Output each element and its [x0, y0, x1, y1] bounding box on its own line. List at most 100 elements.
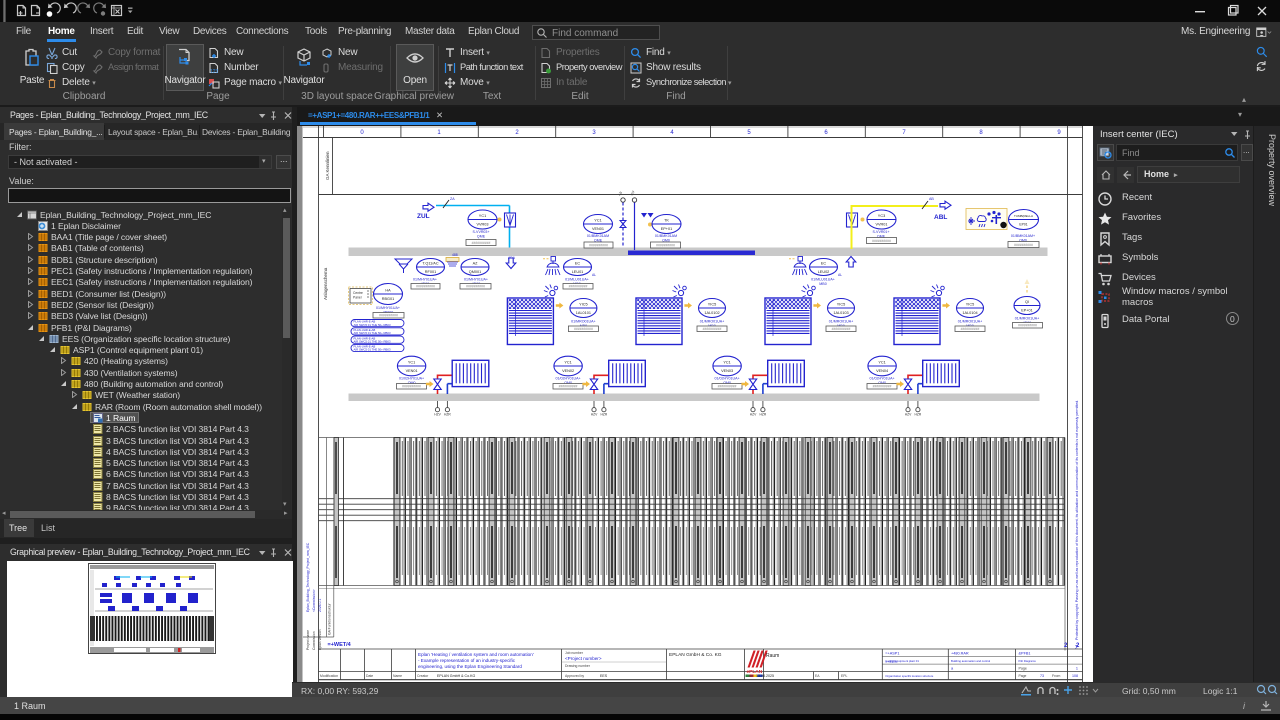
svg-text:S-VVR03+: S-VVR03+ [472, 230, 489, 234]
svg-text:ZA: ZA [450, 197, 455, 201]
svg-text:&PFB1: &PFB1 [1019, 652, 1031, 656]
svg-text:2026.0.1: 2026.0.1 [318, 599, 322, 612]
svg-text:T.Q11/AC: T.Q11/AC [422, 262, 438, 266]
svg-text:Panel: Panel [353, 296, 362, 300]
svg-text:01/BMK01AM: 01/BMK01AM [587, 234, 609, 238]
svg-text:AIR SWC5 01 THE 50+ RB03: AIR SWC5 01 THE 50+ RB03 [354, 323, 391, 327]
svg-text:VVR01: VVR01 [875, 223, 887, 227]
svg-text:Organization specific location: Organization specific location structure [885, 674, 933, 678]
svg-text:<Project number>: <Project number> [565, 656, 602, 661]
svg-text:ZUL: ZUL [417, 213, 430, 220]
svg-text:488: 488 [452, 253, 458, 257]
svg-text:##########: ########## [873, 385, 892, 389]
svg-text:1: 1 [1076, 667, 1078, 671]
svg-text:01/MHY01UA+: 01/MHY01UA+ [413, 278, 437, 282]
svg-text:Approved by: Approved by [565, 674, 584, 678]
svg-text:01/BMK01AM+: 01/BMK01AM+ [1011, 234, 1035, 238]
svg-text:Control equipment plant 01: Control equipment plant 01 [885, 659, 919, 663]
svg-text:P&I Diagrams: P&I Diagrams [1019, 659, 1037, 663]
svg-text:- Example representation of an: - Example representation of an industry-… [418, 658, 516, 663]
svg-text:Date: Date [746, 674, 753, 678]
svg-text:ABL: ABL [934, 214, 947, 221]
svg-text:##########: ########## [656, 244, 675, 248]
svg-text:1AL0101: 1AL0101 [576, 311, 591, 315]
svg-text:YIC5: YIC5 [966, 303, 974, 307]
svg-text:AB: AB [929, 197, 934, 201]
svg-text:##########: ########## [574, 327, 593, 331]
svg-text:Modification: Modification [320, 674, 338, 678]
svg-text:YC3: YC3 [878, 214, 885, 218]
svg-text:Property overview: Property overview [1267, 134, 1277, 207]
svg-text:+480.RAR: +480.RAR [951, 652, 969, 656]
svg-text:QI: QI [1025, 300, 1029, 304]
svg-text:1AL0104: 1AL0104 [962, 311, 977, 315]
svg-text:01/02HY01UA+: 01/02HY01UA+ [715, 377, 740, 381]
svg-text:QME: QME [477, 235, 486, 239]
svg-text:##########: ########## [466, 285, 485, 289]
svg-text:Eplan_Building_Technology_Proj: Eplan_Building_Technology_Project_mm_IEC [306, 542, 310, 612]
svg-text:Job number: Job number [565, 651, 584, 655]
svg-text:01/MHY01UA+: 01/MHY01UA+ [464, 278, 488, 282]
svg-text:Protected by copyright. Passin: Protected by copyright. Passing on as we… [1075, 400, 1079, 640]
svg-text:EC: EC [575, 262, 581, 266]
svg-text:HA: HA [385, 289, 391, 293]
svg-text:EPLAN GmbH & Co. KG: EPLAN GmbH & Co. KG [669, 652, 722, 658]
svg-text:EP01: EP01 [1019, 223, 1027, 227]
svg-text:GA Kennlinien: GA Kennlinien [325, 151, 330, 180]
svg-text:HZV: HZV [434, 413, 441, 417]
svg-text:Eplan version: Eplan version [318, 629, 322, 650]
svg-text:HZV: HZV [750, 413, 757, 417]
svg-text:Project name: Project name [306, 630, 310, 650]
svg-text:01/02HY01UA+: 01/02HY01UA+ [556, 377, 581, 381]
svg-text:RF001: RF001 [425, 270, 436, 274]
svg-text:QM001: QM001 [469, 270, 481, 274]
svg-text:EC: EC [821, 262, 827, 266]
svg-text:Anlagenschema: Anlagenschema [323, 267, 328, 300]
svg-text:VEN02: VEN02 [562, 369, 574, 373]
svg-text:VEN01: VEN01 [592, 227, 604, 231]
svg-text:EPLAN GmbH & Co.KG: EPLAN GmbH & Co.KG [437, 674, 476, 678]
svg-text:VEN04: VEN04 [876, 369, 888, 373]
svg-text:Building automation and contro: Building automation and control [951, 659, 991, 663]
svg-text:YC1: YC1 [408, 361, 415, 365]
svg-text:EP+01: EP+01 [1021, 309, 1033, 313]
svg-text:Raum: Raum [766, 653, 779, 659]
svg-text:##########: ########## [416, 285, 435, 289]
svg-text:Creator: Creator [417, 674, 429, 678]
svg-text:HZR: HZR [915, 413, 922, 417]
svg-text:AIR SWC5 01 THE 50+ RB03: AIR SWC5 01 THE 50+ RB03 [354, 339, 391, 343]
svg-text:YC1: YC1 [594, 219, 601, 223]
svg-text:Centre: Centre [353, 291, 363, 295]
svg-text:HZR: HZR [601, 413, 608, 417]
svg-text:1AL0102: 1AL0102 [704, 311, 719, 315]
svg-text:AIR SWC5 01 THE 50+ RB03: AIR SWC5 01 THE 50+ RB03 [354, 348, 391, 352]
svg-text:##########: ########## [961, 327, 980, 331]
svg-text:EA: EA [815, 674, 820, 678]
svg-text:Date: Date [366, 674, 373, 678]
svg-text:##########: ########## [718, 385, 737, 389]
svg-text:##########: ########## [703, 327, 722, 331]
svg-text:01/MHY01UA+: 01/MHY01UA+ [376, 306, 400, 310]
svg-text:TK: TK [664, 219, 669, 223]
svg-text:01/MRO01UA+: 01/MRO01UA+ [1015, 317, 1039, 321]
svg-text:AZ: AZ [473, 262, 479, 266]
svg-text:YC1: YC1 [723, 361, 730, 365]
svg-text:01/MLU01UA+: 01/MLU01UA+ [811, 278, 835, 282]
svg-text:108: 108 [1072, 674, 1078, 678]
svg-text:##########: ########## [472, 241, 491, 245]
svg-text:GA Funktionsstruktur: GA Funktionsstruktur [328, 602, 332, 635]
svg-text:VEN03: VEN03 [721, 369, 733, 373]
svg-text:<Commission>: <Commission> [312, 589, 316, 612]
svg-text:YIC5: YIC5 [837, 303, 845, 307]
svg-text:##########: ########## [1014, 243, 1033, 247]
svg-text:##########: ########## [589, 244, 608, 248]
svg-text:01/02HY01UA+: 01/02HY01UA+ [870, 377, 895, 381]
svg-text:AL: AL [838, 273, 842, 277]
svg-text:13.08.2025: 13.08.2025 [756, 674, 774, 678]
svg-text:RBG01: RBG01 [382, 297, 394, 301]
svg-text:YIC5: YIC5 [579, 303, 587, 307]
svg-text:EES: EES [600, 674, 608, 678]
svg-text:=+WET/4: =+WET/4 [328, 642, 352, 648]
svg-text:=+ASP1: =+ASP1 [885, 652, 899, 656]
svg-text:Name: Name [393, 674, 402, 678]
